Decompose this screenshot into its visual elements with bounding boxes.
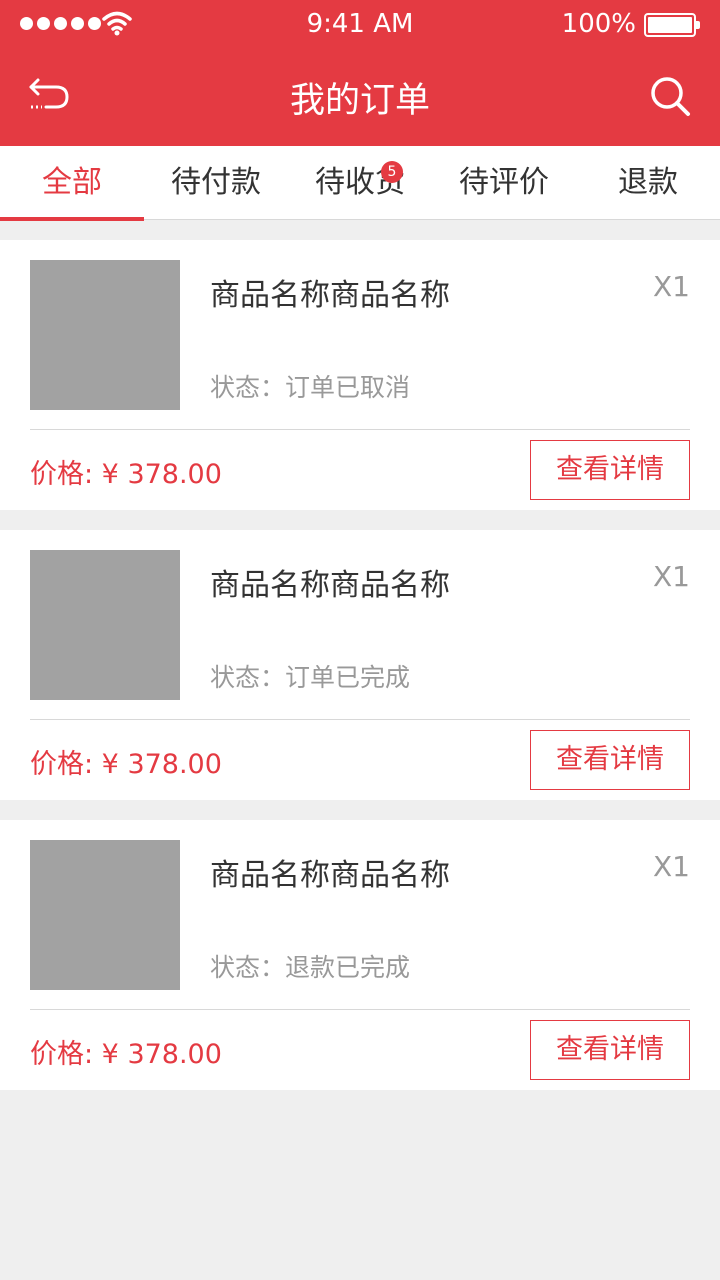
order-card: 商品名称商品名称 X1 状态：退款已完成 价格: ¥ 378.00 查看详情 [0, 820, 720, 1090]
tab-label: 退款 [618, 165, 678, 200]
order-price: 价格: ¥ 378.00 [30, 459, 222, 490]
order-card: 商品名称商品名称 X1 状态：订单已取消 价格: ¥ 378.00 查看详情 [0, 240, 720, 510]
tab-pending-payment[interactable]: 待付款 [144, 146, 288, 220]
card-divider [30, 719, 690, 720]
product-image[interactable] [30, 550, 180, 700]
product-name: 商品名称商品名称 [210, 858, 450, 893]
product-quantity: X1 [653, 850, 690, 883]
header-bar: 9:41 AM 100% 我的订单 [0, 0, 720, 146]
tab-all[interactable]: 全部 [0, 146, 144, 221]
order-card: 商品名称商品名称 X1 状态：订单已完成 价格: ¥ 378.00 查看详情 [0, 530, 720, 800]
status-bar: 9:41 AM 100% [0, 0, 720, 50]
order-status: 状态：订单已完成 [210, 663, 411, 692]
card-divider [30, 1009, 690, 1010]
order-status: 状态：订单已取消 [210, 373, 411, 402]
battery-percent: 100% [561, 9, 636, 39]
order-status: 状态：退款已完成 [210, 953, 411, 982]
page-title: 我的订单 [289, 81, 430, 121]
product-image[interactable] [30, 840, 180, 990]
order-list: 商品名称商品名称 X1 状态：订单已取消 价格: ¥ 378.00 查看详情 商… [0, 240, 720, 1110]
tab-label: 全部 [42, 165, 102, 200]
product-image[interactable] [30, 260, 180, 410]
tab-refund[interactable]: 退款 [576, 146, 720, 220]
product-quantity: X1 [653, 560, 690, 593]
tab-pending-receipt[interactable]: 待收货 5 [288, 146, 432, 220]
order-tabs: 全部 待付款 待收货 5 待评价 退款 [0, 146, 720, 221]
tab-label: 待评价 [459, 165, 549, 200]
view-details-button[interactable]: 查看详情 [530, 730, 690, 790]
tab-label: 待付款 [171, 165, 261, 200]
view-details-button[interactable]: 查看详情 [530, 1020, 690, 1080]
order-price: 价格: ¥ 378.00 [30, 1039, 222, 1070]
battery-icon [644, 13, 700, 37]
product-name: 商品名称商品名称 [210, 568, 450, 603]
tab-pending-review[interactable]: 待评价 [432, 146, 576, 220]
product-name: 商品名称商品名称 [210, 278, 450, 313]
product-quantity: X1 [653, 270, 690, 303]
search-icon[interactable] [648, 74, 692, 118]
tab-badge: 5 [381, 161, 403, 183]
card-divider [30, 429, 690, 430]
order-price: 价格: ¥ 378.00 [30, 749, 222, 780]
view-details-button[interactable]: 查看详情 [530, 440, 690, 500]
